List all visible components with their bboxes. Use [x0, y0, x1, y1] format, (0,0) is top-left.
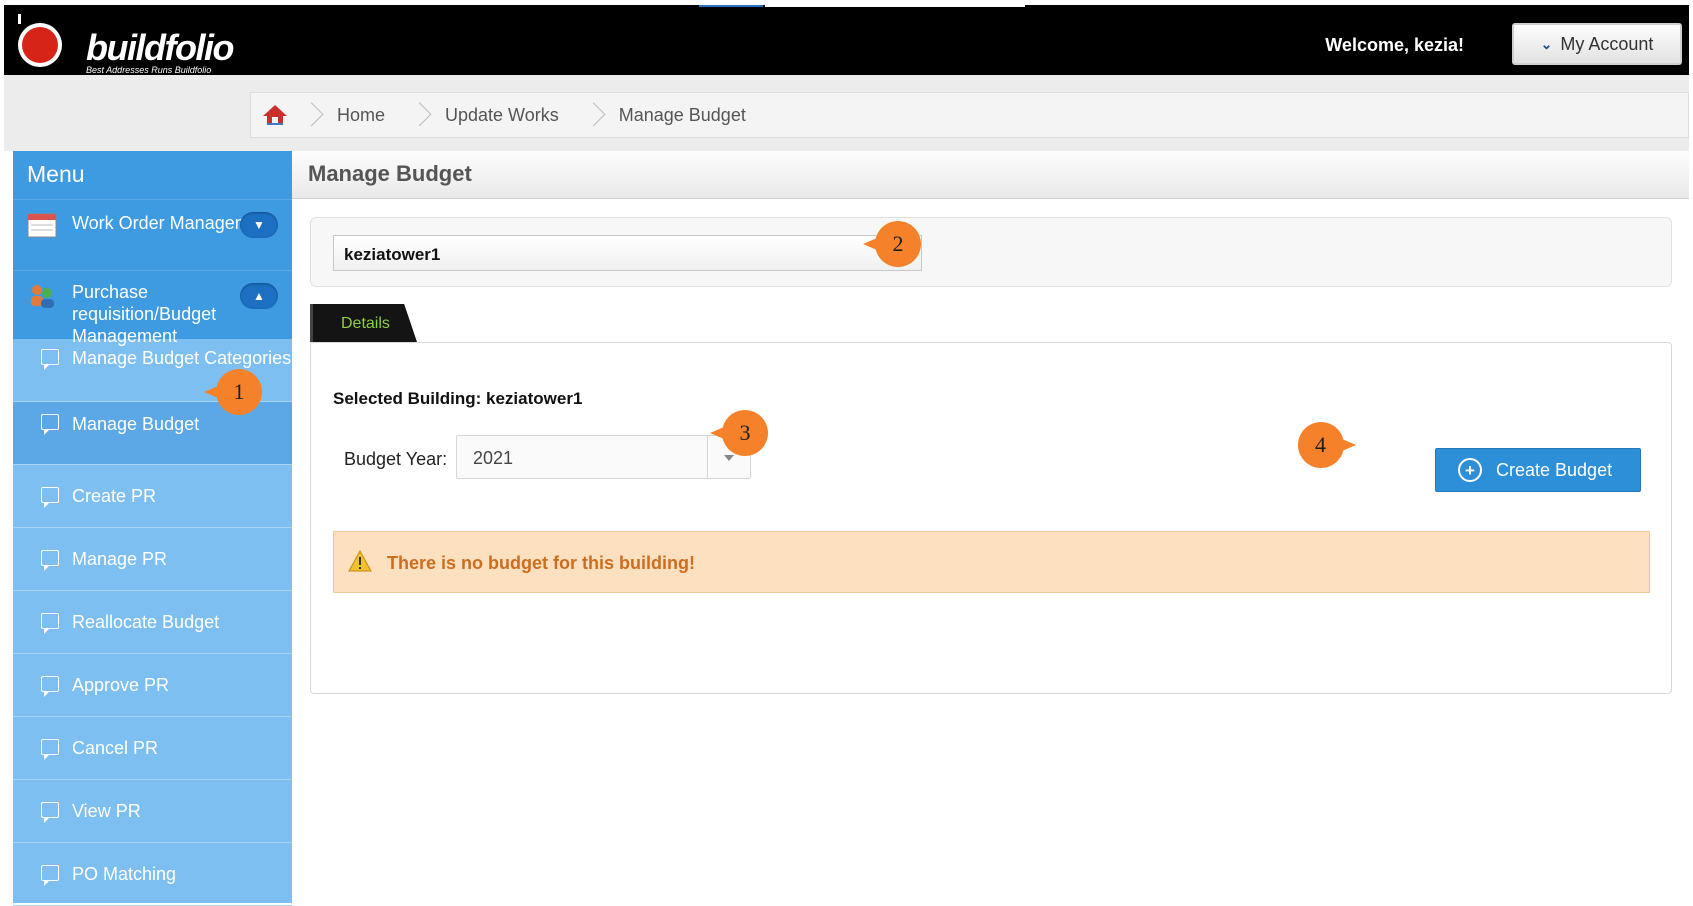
sidebar-item-label: Manage Budget Categories: [72, 348, 292, 368]
sidebar-item-label: View PR: [72, 801, 141, 821]
calendar-icon: [27, 213, 57, 238]
sidebar-item-manage-pr[interactable]: Manage PR: [13, 528, 292, 591]
callout-badge: 4: [1298, 422, 1344, 468]
sidebar-item-cancel-pr[interactable]: Cancel PR: [13, 717, 292, 780]
breadcrumb-separator-icon: [407, 93, 429, 137]
top-bar: buildfolio Best Addresses Runs Buildfoli…: [4, 5, 1689, 75]
alert-text: There is no budget for this building!: [387, 553, 695, 573]
budget-year-select[interactable]: 2021: [456, 435, 751, 479]
sidebar-item-label: Manage PR: [72, 549, 168, 569]
comment-icon: [41, 802, 59, 823]
comment-icon: [41, 414, 59, 435]
comment-icon: [41, 550, 59, 571]
sidebar-item-po-matching[interactable]: PO Matching: [13, 843, 292, 906]
chevron-down-icon: ⌄: [1540, 35, 1553, 52]
budget-year-value: 2021: [473, 448, 514, 468]
comment-icon: [41, 349, 59, 370]
users-icon: [31, 285, 54, 308]
tab-details[interactable]: Details: [310, 304, 417, 342]
brand-name: buildfolio: [86, 27, 234, 68]
no-budget-alert: There is no budget for this building!: [333, 531, 1650, 593]
chevron-down-icon[interactable]: ▼: [240, 212, 278, 238]
sidebar-item-label: PO Matching: [72, 864, 177, 884]
sidebar-item-approve-pr[interactable]: Approve PR: [13, 654, 292, 717]
breadcrumb-home-label: Home: [337, 104, 386, 125]
budget-year-label: Budget Year:: [344, 449, 448, 469]
details-panel: Selected Building: keziatower1 Budget Ye…: [310, 342, 1672, 694]
sidebar-group-work-order[interactable]: Work Order Management ▼: [13, 199, 292, 270]
sidebar-item-reallocate-budget[interactable]: Reallocate Budget: [13, 591, 292, 654]
sidebar-group-label: Purchase requisition/Budget Management: [72, 282, 217, 346]
sidebar-group-purchase[interactable]: Purchase requisition/Budget Management ▲: [13, 270, 292, 346]
logo[interactable]: buildfolio Best Addresses Runs Buildfoli…: [16, 13, 236, 75]
callout-badge: 3: [710, 410, 768, 456]
selected-building-label: Selected Building: keziatower1: [333, 389, 583, 408]
breadcrumb-manage-budget[interactable]: Manage Budget: [581, 93, 768, 137]
sidebar-item-label: Create PR: [72, 486, 157, 506]
sidebar-item-label: Approve PR: [72, 675, 170, 695]
page-title: Manage Budget: [292, 151, 1689, 199]
sidebar-item-label: Reallocate Budget: [72, 612, 220, 632]
sidebar: Menu Work Order Management ▼ Purchase re…: [13, 151, 292, 906]
menu-title: Menu: [13, 151, 292, 199]
breadcrumb: Home Update Works Manage Budget: [250, 92, 1689, 138]
my-account-label: My Account: [1560, 33, 1654, 54]
create-budget-button[interactable]: + Create Budget: [1435, 448, 1641, 492]
callout-number: 4: [1315, 432, 1327, 457]
comment-icon: [41, 613, 59, 634]
sidebar-item-create-pr[interactable]: Create PR: [13, 465, 292, 528]
home-icon[interactable]: [251, 93, 299, 137]
comment-icon: [41, 487, 59, 508]
sidebar-item-label: Cancel PR: [72, 738, 159, 758]
breadcrumb-update-works[interactable]: Update Works: [407, 93, 581, 137]
comment-icon: [41, 676, 59, 697]
sidebar-item-label: Manage Budget: [72, 414, 200, 434]
comment-icon: [41, 739, 59, 760]
tab-indicator-light: [765, 5, 1025, 7]
building-select-panel: keziatower1: [310, 217, 1672, 287]
breadcrumb-update-works-label: Update Works: [445, 104, 559, 125]
brand-tagline: Best Addresses Runs Buildfolio: [86, 65, 212, 75]
select-divider: [707, 436, 708, 478]
warning-icon: [348, 550, 372, 572]
sidebar-item-view-pr[interactable]: View PR: [13, 780, 292, 843]
plus-circle-icon: +: [1458, 458, 1482, 482]
breadcrumb-separator-icon: [299, 93, 321, 137]
logo-icon: [18, 14, 62, 67]
tab-indicator: [699, 5, 763, 7]
callout-badge: 2: [863, 221, 921, 267]
callout-badge: 1: [204, 369, 262, 415]
building-select-value: keziatower1: [344, 245, 441, 264]
caret-down-icon: [724, 455, 734, 461]
breadcrumb-manage-budget-label: Manage Budget: [618, 104, 746, 125]
create-budget-label: Create Budget: [1496, 459, 1613, 480]
chevron-up-icon[interactable]: ▲: [240, 283, 278, 309]
breadcrumb-separator-icon: [581, 93, 603, 137]
building-select[interactable]: keziatower1: [333, 235, 922, 271]
breadcrumb-home[interactable]: Home: [299, 93, 407, 137]
comment-icon: [41, 865, 59, 886]
welcome-text: Welcome, kezia!: [1325, 35, 1464, 55]
my-account-button[interactable]: ⌄ My Account: [1512, 23, 1682, 65]
